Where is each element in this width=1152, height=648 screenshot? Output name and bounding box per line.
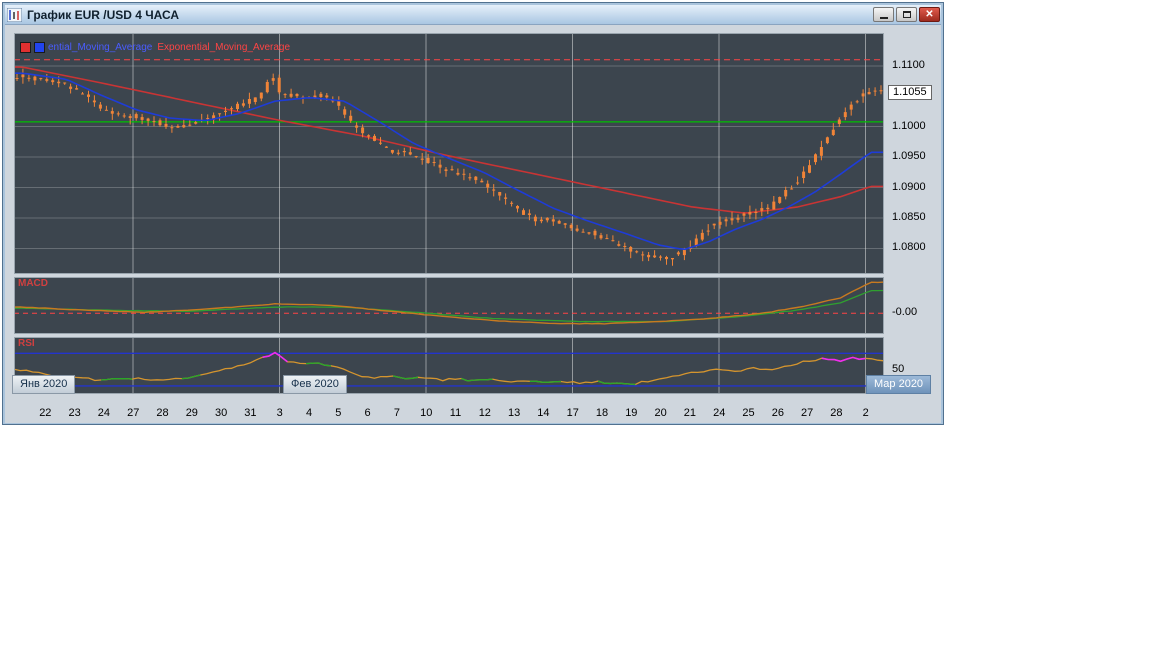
time-axis-tick: 17 — [566, 407, 579, 419]
time-axis-tick: 12 — [478, 407, 491, 419]
time-axis-tick: 19 — [625, 407, 638, 419]
rsi-chart — [14, 337, 884, 394]
candlestick-chart — [14, 33, 884, 274]
price-axis-label: 1.0900 — [892, 180, 926, 193]
legend-ma-blue-label: ential_Moving_Average — [48, 42, 153, 53]
legend-ma-red-label: Exponential_Moving_Average — [157, 42, 291, 53]
price-axis[interactable]: 1.1055 1.1100 1.1000 1.0950 1.0900 1.0850 1.0… — [886, 25, 941, 397]
rsi-axis-label: 50 — [892, 362, 905, 375]
maximize-button[interactable] — [896, 7, 917, 22]
close-button[interactable]: ✕ — [919, 7, 940, 22]
current-price-label: 1.1055 — [888, 85, 932, 101]
time-axis-tick: 29 — [185, 407, 198, 419]
price-axis-label: 1.1000 — [892, 119, 926, 132]
time-axis-tick: 23 — [68, 407, 81, 419]
macd-label: MACD — [18, 278, 48, 289]
price-chart-pane[interactable]: ential_Moving_Average Exponential_Moving… — [14, 33, 884, 274]
time-axis-tick: 5 — [335, 407, 342, 419]
chart-window: График EUR /USD 4 ЧАСА ✕ ential_Moving_A… — [2, 2, 944, 425]
time-axis-tick: 28 — [156, 407, 169, 419]
time-axis-tick: 30 — [214, 407, 228, 419]
macd-axis-label: -0.00 — [892, 306, 918, 319]
price-axis-label: 1.0850 — [892, 211, 926, 223]
month-label-feb: Фев 2020 — [283, 375, 347, 394]
time-axis-tick: 31 — [244, 407, 257, 419]
chart-client-area: ential_Moving_Average Exponential_Moving… — [5, 25, 941, 423]
time-axis-tick: 14 — [537, 407, 550, 419]
month-label-jan: Янв 2020 — [12, 375, 76, 394]
price-axis-label: 1.0800 — [892, 241, 926, 254]
macd-pane[interactable]: MACD — [14, 277, 884, 334]
time-axis-tick: 28 — [830, 407, 843, 419]
macd-chart — [14, 277, 884, 334]
chart-app-icon — [6, 7, 23, 22]
time-axis-tick: 18 — [595, 407, 609, 419]
time-axis-tick: 24 — [97, 407, 111, 419]
time-axis-tick: 10 — [420, 407, 433, 419]
month-label-mar: Мар 2020 — [866, 375, 932, 394]
close-icon: ✕ — [925, 9, 934, 20]
window-controls: ✕ — [873, 7, 940, 22]
minimize-icon — [879, 17, 888, 19]
time-axis-tick: 6 — [364, 407, 371, 419]
time-axis-tick: 27 — [127, 407, 140, 419]
legend-blue-swatch — [34, 42, 45, 53]
time-axis-tick: 21 — [683, 407, 697, 419]
time-axis-tick: 3 — [276, 407, 283, 419]
time-axis-tick: 25 — [742, 407, 755, 419]
time-axis-tick: 27 — [801, 407, 814, 419]
time-axis-tick: 13 — [508, 407, 521, 419]
rsi-pane[interactable]: RSI — [14, 337, 884, 394]
price-axis-label: 1.1100 — [892, 58, 925, 71]
time-axis-tick: 26 — [771, 407, 784, 419]
time-axis-tick: 2 — [862, 407, 869, 419]
time-axis-tick: 4 — [305, 407, 313, 419]
time-axis-tick: 7 — [393, 407, 400, 419]
legend-red-swatch — [20, 42, 31, 53]
time-axis[interactable]: 22 23 24 27 28 29 30 31 3 4 5 6 7 10 11 12 13 14 17 18 19 20 2… — [5, 397, 941, 423]
time-axis-tick: 11 — [449, 407, 462, 419]
rsi-label: RSI — [18, 338, 35, 349]
time-axis-tick: 22 — [39, 407, 52, 419]
window-titlebar[interactable]: График EUR /USD 4 ЧАСА ✕ — [5, 5, 941, 25]
minimize-button[interactable] — [873, 7, 894, 22]
indicator-legend: ential_Moving_Average Exponential_Moving… — [20, 42, 290, 53]
time-axis-tick: 24 — [713, 407, 726, 419]
maximize-icon — [902, 11, 911, 18]
window-title: График EUR /USD 4 ЧАСА — [27, 7, 180, 22]
time-axis-tick: 20 — [654, 407, 667, 419]
price-axis-label: 1.0950 — [892, 150, 926, 163]
